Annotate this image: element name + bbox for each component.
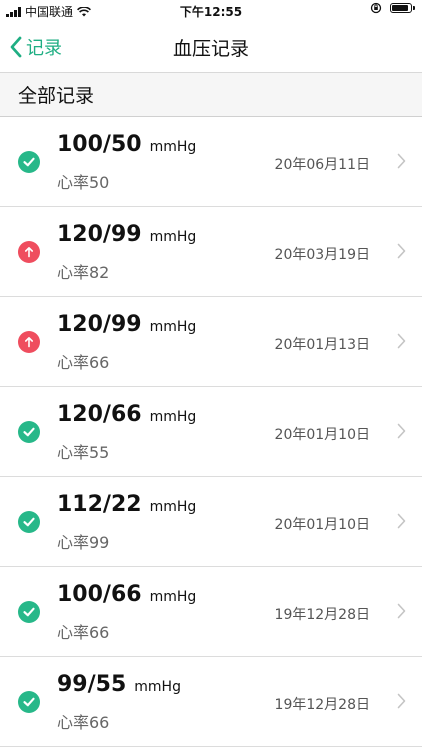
chevron-right-icon xyxy=(397,243,406,259)
record-date: 20年01月10日 xyxy=(274,517,370,533)
check-circle-icon xyxy=(18,151,40,173)
record-row[interactable]: 99/55 mmHg 心率66 19年12月28日 xyxy=(0,657,422,747)
bp-unit: mmHg xyxy=(149,139,197,155)
record-date: 19年12月28日 xyxy=(274,697,370,713)
bp-unit: mmHg xyxy=(149,499,197,515)
status-bar: 中国联通 下午12:55 xyxy=(0,0,422,20)
record-row[interactable]: 120/66 mmHg 心率55 20年01月10日 xyxy=(0,387,422,477)
record-list: 100/50 mmHg 心率50 20年06月11日 120/99 mmHg 心… xyxy=(0,117,422,747)
record-row[interactable]: 100/50 mmHg 心率50 20年06月11日 xyxy=(0,117,422,207)
bp-value: 100/50 xyxy=(57,132,142,157)
chevron-right-icon xyxy=(397,603,406,619)
bp-unit: mmHg xyxy=(149,589,197,605)
chevron-right-icon xyxy=(397,153,406,169)
bp-unit: mmHg xyxy=(149,229,197,245)
battery-icon xyxy=(390,3,415,13)
navigation-bar: 记录 血压记录 xyxy=(0,20,422,73)
bp-unit: mmHg xyxy=(149,319,197,335)
blood-pressure: 112/22 mmHg xyxy=(57,492,196,517)
bp-value: 99/55 xyxy=(57,672,127,697)
chevron-right-icon xyxy=(397,693,406,709)
heart-rate: 心率50 xyxy=(57,173,110,192)
bp-value: 120/99 xyxy=(57,312,142,337)
blood-pressure: 120/99 mmHg xyxy=(57,312,196,337)
section-title: 全部记录 xyxy=(18,85,95,107)
chevron-right-icon xyxy=(397,423,406,439)
bp-value: 100/66 xyxy=(57,582,142,607)
heart-rate: 心率66 xyxy=(57,623,110,642)
check-circle-icon xyxy=(18,601,40,623)
record-date: 20年03月19日 xyxy=(274,247,370,263)
bp-value: 112/22 xyxy=(57,492,142,517)
section-header: 全部记录 xyxy=(0,73,422,117)
record-date: 20年01月10日 xyxy=(274,427,370,443)
check-circle-icon xyxy=(18,421,40,443)
blood-pressure: 100/50 mmHg xyxy=(57,132,196,157)
record-row[interactable]: 112/22 mmHg 心率99 20年01月10日 xyxy=(0,477,422,567)
heart-rate: 心率66 xyxy=(57,713,110,732)
bp-value: 120/66 xyxy=(57,402,142,427)
bp-unit: mmHg xyxy=(134,679,181,695)
heart-rate: 心率82 xyxy=(57,263,110,282)
blood-pressure: 99/55 mmHg xyxy=(57,672,181,697)
chevron-right-icon xyxy=(397,333,406,349)
record-row[interactable]: 120/99 mmHg 心率82 20年03月19日 xyxy=(0,207,422,297)
blood-pressure: 120/66 mmHg xyxy=(57,402,196,427)
bp-value: 120/99 xyxy=(57,222,142,247)
bp-unit: mmHg xyxy=(149,409,197,425)
check-circle-icon xyxy=(18,511,40,533)
record-row[interactable]: 100/66 mmHg 心率66 19年12月28日 xyxy=(0,567,422,657)
orientation-lock-icon xyxy=(370,2,382,14)
record-date: 20年06月11日 xyxy=(274,157,370,173)
record-date: 19年12月28日 xyxy=(274,607,370,623)
status-bar-right xyxy=(370,2,415,14)
heart-rate: 心率66 xyxy=(57,353,110,372)
blood-pressure: 100/66 mmHg xyxy=(57,582,196,607)
arrow-up-circle-icon xyxy=(18,331,40,353)
blood-pressure: 120/99 mmHg xyxy=(57,222,196,247)
check-circle-icon xyxy=(18,691,40,713)
heart-rate: 心率55 xyxy=(57,443,110,462)
status-bar-time: 下午12:55 xyxy=(179,5,243,19)
chevron-right-icon xyxy=(397,513,406,529)
arrow-up-circle-icon xyxy=(18,241,40,263)
heart-rate: 心率99 xyxy=(57,533,110,552)
record-row[interactable]: 120/99 mmHg 心率66 20年01月13日 xyxy=(0,297,422,387)
page-title: 血压记录 xyxy=(172,38,249,60)
record-date: 20年01月13日 xyxy=(274,337,370,353)
